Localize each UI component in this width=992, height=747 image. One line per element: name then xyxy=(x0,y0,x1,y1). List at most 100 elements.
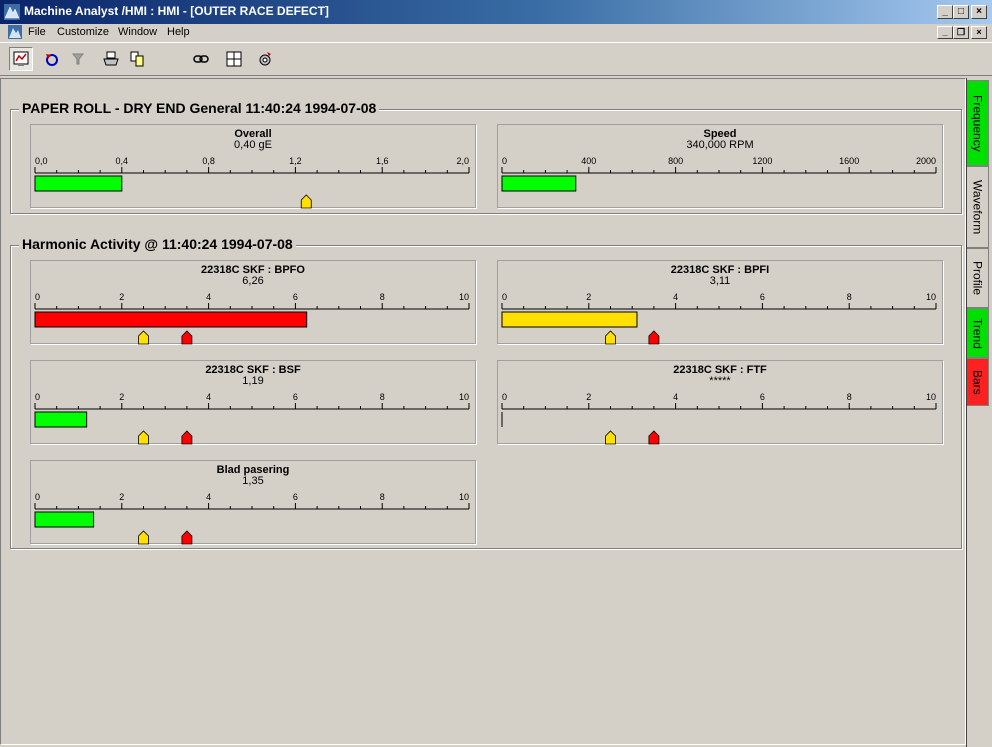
value-bar xyxy=(34,511,95,528)
settings-button[interactable] xyxy=(253,47,277,71)
tab-waveform[interactable]: Waveform xyxy=(967,166,989,248)
tick-label: 2 xyxy=(119,492,124,502)
printer-icon xyxy=(103,51,119,66)
tick-label: 8 xyxy=(380,492,385,502)
menu-help[interactable]: Help xyxy=(167,26,190,38)
alarm-marker xyxy=(138,530,149,545)
tick-label: 0 xyxy=(35,392,40,402)
tab-trend[interactable]: Trend xyxy=(967,308,989,358)
tab-label: Frequency xyxy=(970,94,985,152)
menu-customize[interactable]: Customize xyxy=(57,26,109,38)
tick-label: 0 xyxy=(35,292,40,302)
tab-label: Trend xyxy=(970,317,985,349)
alarm-marker xyxy=(181,430,193,445)
gauge-scale: 0 2 4 6 8 10 xyxy=(501,292,937,345)
client-area: PAPER ROLL - DRY END General 11:40:24 19… xyxy=(0,78,966,745)
tick-label: 1,6 xyxy=(376,156,389,166)
menu-file[interactable]: File xyxy=(28,26,46,38)
alarm-marker xyxy=(648,330,660,345)
mdi-close-button[interactable]: × xyxy=(971,26,987,39)
tick-label: 4 xyxy=(206,292,211,302)
tick-label: 0 xyxy=(502,392,507,402)
alarm-marker xyxy=(138,430,149,445)
value-bar xyxy=(501,175,577,192)
mdi-restore-button[interactable]: ❐ xyxy=(953,26,969,39)
tick-label: 8 xyxy=(847,392,852,402)
gauge-scale: 0 2 4 6 8 10 xyxy=(34,292,470,345)
tick-label: 6 xyxy=(293,392,298,402)
harmonic-group-title: Harmonic Activity @ 11:40:24 1994-07-08 xyxy=(19,236,296,252)
gauge-scale: 0 400 800 1200 1600 2000 xyxy=(501,156,937,192)
value-bar xyxy=(34,411,88,428)
tick-label: 4 xyxy=(206,392,211,402)
filter-button[interactable] xyxy=(66,47,90,71)
alarm-marker xyxy=(605,330,616,345)
menu-window[interactable]: Window xyxy=(118,26,157,38)
print-button[interactable] xyxy=(99,47,123,71)
tick-label: 1600 xyxy=(839,156,859,166)
tick-label: 4 xyxy=(206,492,211,502)
display-button[interactable] xyxy=(9,47,33,71)
layout-button[interactable] xyxy=(222,47,246,71)
document-icon[interactable] xyxy=(8,25,22,39)
tick-label: 8 xyxy=(847,292,852,302)
tick-label: 0 xyxy=(502,292,507,302)
filter-icon xyxy=(71,53,85,65)
tick-label: 1,2 xyxy=(289,156,302,166)
maximize-button[interactable]: □ xyxy=(953,5,969,19)
undo-icon xyxy=(46,54,58,66)
alarm-marker xyxy=(300,194,312,209)
tick-label: 6 xyxy=(760,292,765,302)
gauge-scale: 0 2 4 6 8 10 xyxy=(501,392,937,445)
tick-label: 4 xyxy=(673,292,678,302)
gauge-speed: Speed 340,000 RPM 0 400 800 1200 1600 2000 xyxy=(497,124,943,208)
view-tabs: Frequency Waveform Profile Trend Bars xyxy=(966,78,992,747)
tab-profile[interactable]: Profile xyxy=(967,248,989,308)
tick-label: 8 xyxy=(380,292,385,302)
tick-label: 0,8 xyxy=(202,156,215,166)
tick-label: 1200 xyxy=(752,156,772,166)
tick-label: 0 xyxy=(502,156,507,166)
copy-icon xyxy=(130,51,144,67)
tick-label: 4 xyxy=(673,392,678,402)
tab-label: Bars xyxy=(970,369,985,395)
toolbar xyxy=(0,42,992,76)
mdi-minimize-button[interactable]: _ xyxy=(937,26,953,39)
app-icon xyxy=(4,4,20,20)
tab-bars[interactable]: Bars xyxy=(967,358,989,406)
tick-label: 6 xyxy=(760,392,765,402)
alarm-marker xyxy=(605,430,616,445)
tick-label: 2 xyxy=(119,392,124,402)
layout-icon xyxy=(226,51,242,67)
tick-label: 10 xyxy=(459,292,469,302)
tick-label: 6 xyxy=(293,292,298,302)
settings-icon xyxy=(259,52,271,66)
title-bar: Machine Analyst /HMI : HMI - [OUTER RACE… xyxy=(0,0,992,24)
alarm-marker xyxy=(181,330,193,345)
tick-label: 2000 xyxy=(916,156,936,166)
gauge-overall: Overall 0,40 gE 0,0 0,4 0,8 1,2 1,6 2,0 xyxy=(30,124,476,209)
alarm-marker xyxy=(138,330,149,345)
link-button[interactable] xyxy=(189,47,213,71)
tab-frequency[interactable]: Frequency xyxy=(967,80,989,166)
general-group-title: PAPER ROLL - DRY END General 11:40:24 19… xyxy=(19,100,380,116)
window-title: Machine Analyst /HMI : HMI - [OUTER RACE… xyxy=(24,4,329,18)
gauge-scale: 0 2 4 6 8 10 xyxy=(34,392,470,445)
tick-label: 10 xyxy=(459,392,469,402)
gauge-bpfi: 22318C SKF : BPFI 3,11 0 2 4 6 8 10 xyxy=(497,260,943,345)
gauge-scale: 0 2 4 6 8 10 xyxy=(34,492,470,545)
gauge-ftf: 22318C SKF : FTF ***** 0 2 4 6 8 10 xyxy=(497,360,943,445)
tick-label: 2,0 xyxy=(456,156,469,166)
minimize-button[interactable]: _ xyxy=(937,5,953,19)
tab-label: Waveform xyxy=(970,179,985,235)
alarm-marker xyxy=(648,430,660,445)
undo-button[interactable] xyxy=(40,47,64,71)
value-bar xyxy=(501,311,638,328)
gauge-blad-pasering: Blad pasering 1,35 0 2 4 6 8 10 xyxy=(30,460,476,545)
value-bar xyxy=(34,175,123,192)
close-button[interactable]: × xyxy=(971,5,987,19)
copy-button[interactable] xyxy=(125,47,149,71)
tick-label: 10 xyxy=(926,392,936,402)
tick-label: 2 xyxy=(119,292,124,302)
tick-label: 0 xyxy=(35,492,40,502)
